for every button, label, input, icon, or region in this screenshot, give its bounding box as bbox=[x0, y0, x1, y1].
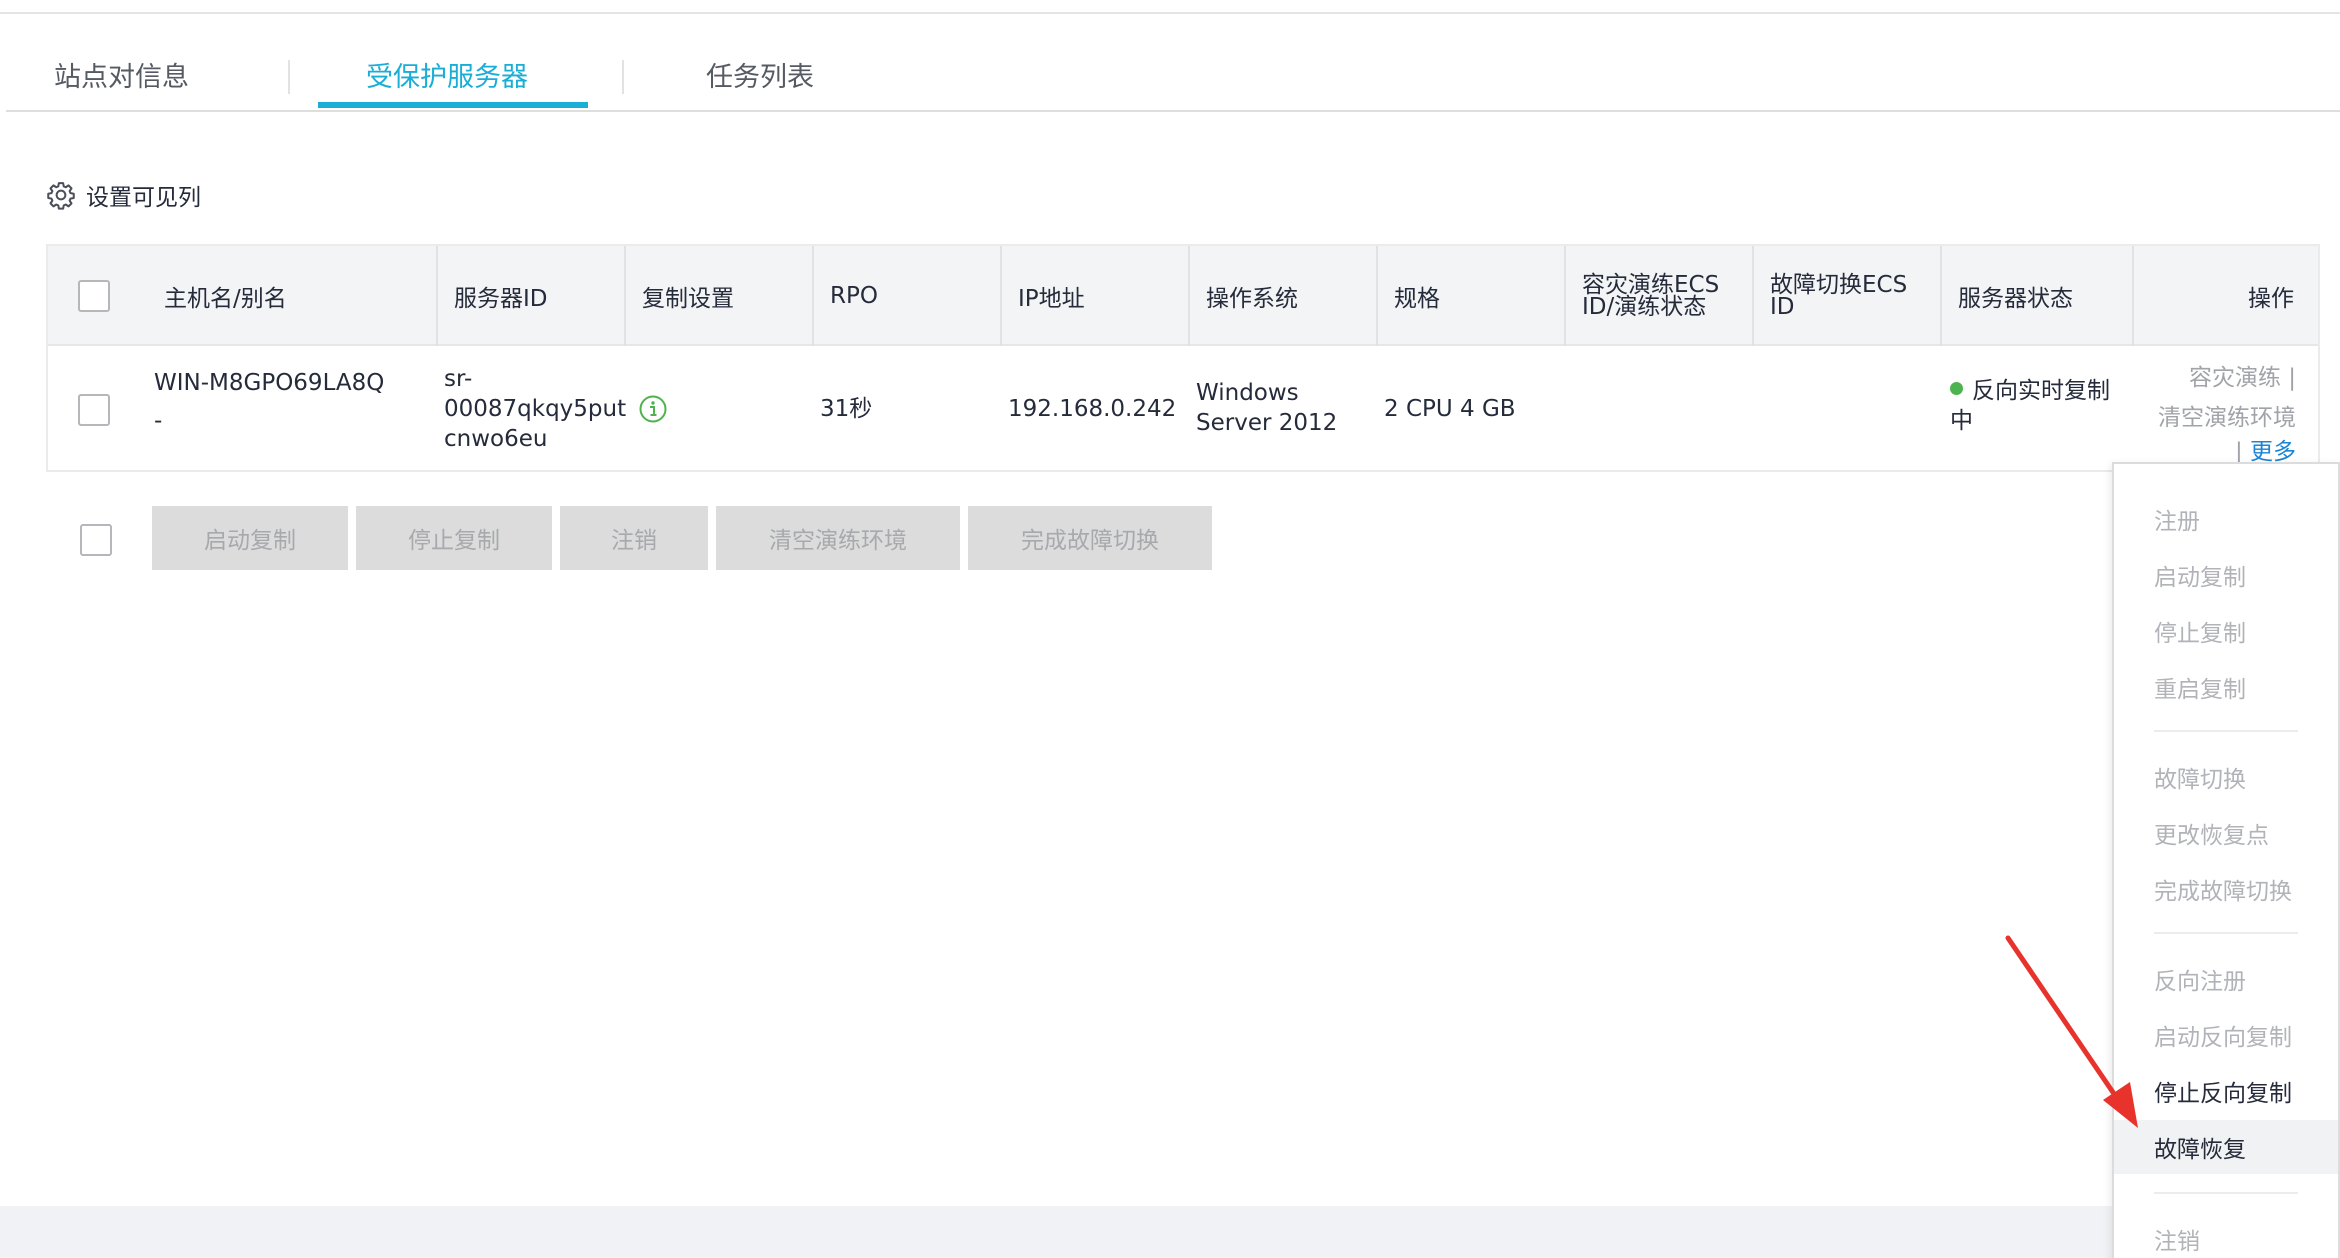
cell-hostname: WIN-M8GPO69LA8Q bbox=[154, 370, 385, 396]
clear-drill-env-button[interactable]: 清空演练环境 bbox=[716, 506, 960, 570]
action-drill-cell: 容灾演练 | bbox=[2148, 358, 2296, 392]
menu-item-stop-replication[interactable]: 停止复制 bbox=[2114, 604, 2338, 658]
column-divider bbox=[1564, 246, 1566, 346]
header-replication-settings[interactable]: 复制设置 bbox=[642, 246, 734, 346]
status-text: 反向实时复制 bbox=[1972, 378, 2110, 404]
visible-columns-setting[interactable]: 设置可见列 bbox=[46, 178, 201, 212]
clear-drill-env-link[interactable]: 清空演练环境 bbox=[2128, 398, 2296, 432]
tab-bar: 站点对信息 受保护服务器 任务列表 bbox=[6, 14, 2340, 112]
header-drill-ecs[interactable]: 容灾演练ECS ID/演练状态 bbox=[1582, 246, 1742, 346]
tab-separator bbox=[622, 60, 624, 94]
menu-item-complete-failover[interactable]: 完成故障切换 bbox=[2114, 862, 2338, 916]
header-os[interactable]: 操作系统 bbox=[1206, 246, 1298, 346]
active-tab-indicator bbox=[318, 102, 588, 108]
protected-servers-table: 主机名/别名 服务器ID 复制设置 RPO IP地址 操作系统 规格 容灾演练E… bbox=[46, 244, 2320, 472]
header-server-id[interactable]: 服务器ID bbox=[454, 246, 548, 346]
visible-columns-label: 设置可见列 bbox=[86, 185, 201, 211]
column-divider bbox=[1188, 246, 1190, 346]
menu-item-deregister[interactable]: 注销 bbox=[2114, 1212, 2338, 1258]
deregister-button[interactable]: 注销 bbox=[560, 506, 708, 570]
menu-item-failover[interactable]: 故障切换 bbox=[2114, 750, 2338, 804]
cell-ip: 192.168.0.242 bbox=[1008, 396, 1177, 422]
cell-rpo: 31秒 bbox=[820, 396, 873, 422]
cell-os-line1: Windows bbox=[1196, 380, 1299, 406]
menu-item-stop-reverse-replication[interactable]: 停止反向复制 bbox=[2114, 1064, 2338, 1118]
status-text-continued: 中 bbox=[1950, 408, 1973, 434]
header-failover-ecs[interactable]: 故障切换ECS ID bbox=[1770, 246, 1928, 346]
tab-task-list[interactable]: 任务列表 bbox=[706, 58, 814, 98]
gear-icon bbox=[47, 182, 75, 210]
menu-divider bbox=[2154, 1192, 2298, 1194]
header-hostname[interactable]: 主机名/别名 bbox=[164, 246, 287, 346]
cell-alias: - bbox=[154, 408, 163, 434]
menu-item-failback[interactable]: 故障恢复 bbox=[2114, 1120, 2338, 1174]
header-server-status[interactable]: 服务器状态 bbox=[1958, 246, 2073, 346]
column-divider bbox=[624, 246, 626, 346]
cell-server-id-part2: 00087qkqy5put bbox=[444, 396, 627, 422]
menu-item-reverse-register[interactable]: 反向注册 bbox=[2114, 952, 2338, 1006]
cell-server-id-part3: cnwo6eu bbox=[444, 426, 548, 452]
cell-os-line2: Server 2012 bbox=[1196, 410, 1338, 436]
column-divider bbox=[436, 246, 438, 346]
info-icon[interactable] bbox=[638, 394, 668, 424]
cell-spec: 2 CPU 4 GB bbox=[1384, 396, 1516, 422]
complete-failover-button[interactable]: 完成故障切换 bbox=[968, 506, 1212, 570]
drill-link[interactable]: 容灾演练 bbox=[2189, 365, 2281, 391]
row-checkbox[interactable] bbox=[78, 394, 110, 426]
menu-item-start-replication[interactable]: 启动复制 bbox=[2114, 548, 2338, 602]
menu-item-restart-replication[interactable]: 重启复制 bbox=[2114, 660, 2338, 714]
stop-replication-button[interactable]: 停止复制 bbox=[356, 506, 552, 570]
menu-divider bbox=[2154, 730, 2298, 732]
action-more-cell: | 更多 bbox=[2198, 432, 2296, 466]
header-rpo[interactable]: RPO bbox=[830, 246, 878, 346]
tab-protected-servers[interactable]: 受保护服务器 bbox=[366, 58, 528, 98]
select-all-checkbox[interactable] bbox=[78, 280, 110, 312]
tab-site-pair-info[interactable]: 站点对信息 bbox=[54, 58, 189, 98]
column-divider bbox=[1000, 246, 1002, 346]
menu-item-register[interactable]: 注册 bbox=[2114, 492, 2338, 546]
header-spec[interactable]: 规格 bbox=[1394, 246, 1440, 346]
footer-area bbox=[0, 1206, 2340, 1258]
batch-select-checkbox[interactable] bbox=[80, 524, 112, 556]
column-divider bbox=[2132, 246, 2134, 346]
tab-separator bbox=[288, 60, 290, 94]
cell-server-id-part1: sr- bbox=[444, 366, 473, 392]
column-divider bbox=[1940, 246, 1942, 346]
cell-server-status: 反向实时复制 bbox=[1950, 376, 2110, 406]
column-divider bbox=[1376, 246, 1378, 346]
column-divider bbox=[1752, 246, 1754, 346]
more-actions-menu: 注册 启动复制 停止复制 重启复制 故障切换 更改恢复点 完成故障切换 反向注册… bbox=[2112, 462, 2340, 1258]
app-root: 站点对信息 受保护服务器 任务列表 设置可见列 主机名/别名 服务器ID 复制设… bbox=[0, 0, 2340, 1258]
action-separator: | bbox=[2288, 365, 2296, 391]
header-ip-address[interactable]: IP地址 bbox=[1018, 246, 1085, 346]
status-dot bbox=[1950, 382, 1963, 395]
column-divider bbox=[812, 246, 814, 346]
menu-item-start-reverse-replication[interactable]: 启动反向复制 bbox=[2114, 1008, 2338, 1062]
menu-item-change-recovery-point[interactable]: 更改恢复点 bbox=[2114, 806, 2338, 860]
menu-divider bbox=[2154, 932, 2298, 934]
header-actions: 操作 bbox=[2248, 286, 2294, 312]
start-replication-button[interactable]: 启动复制 bbox=[152, 506, 348, 570]
